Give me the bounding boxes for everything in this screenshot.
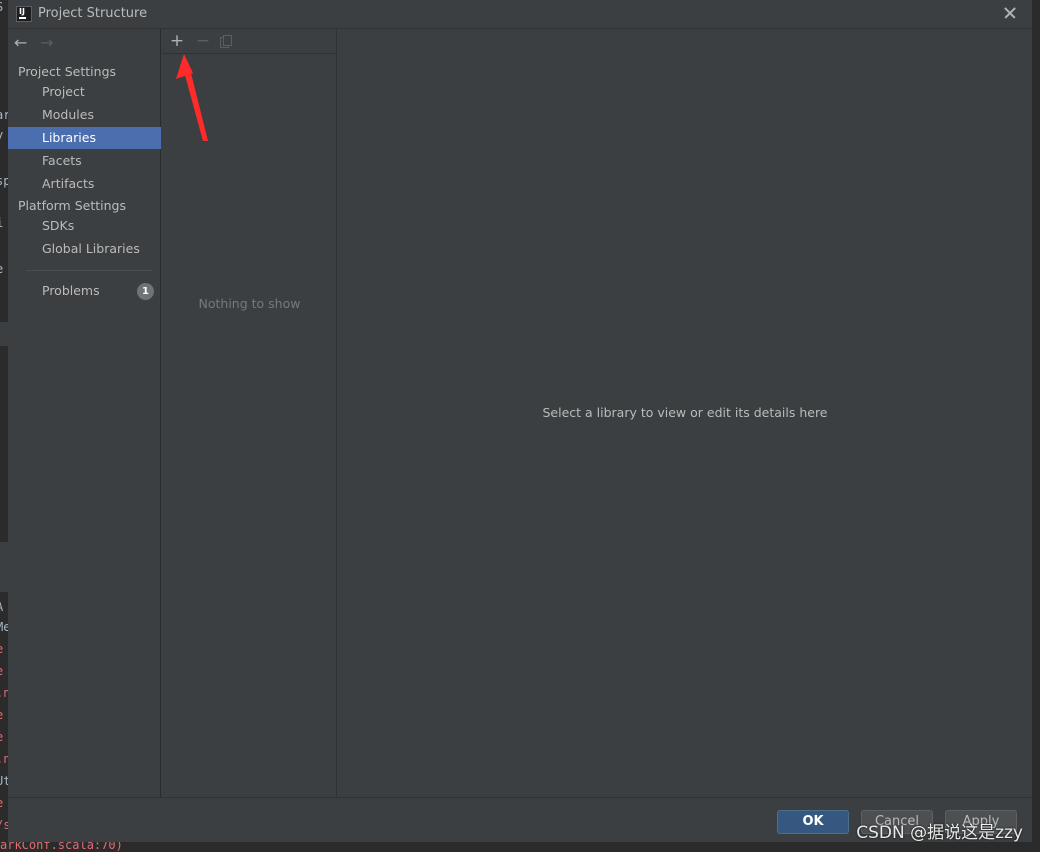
sidebar-divider — [26, 270, 152, 271]
problems-count-badge: 1 — [137, 283, 154, 300]
back-arrow-icon[interactable]: ← — [14, 34, 32, 52]
forward-arrow-icon: → — [40, 33, 54, 52]
sidebar-item-facets[interactable]: Facets — [8, 150, 161, 172]
sidebar-item-artifacts[interactable]: Artifacts — [8, 173, 161, 195]
title-bar: Project Structure — [8, 0, 1032, 29]
project-structure-dialog: Project Structure ← → Project Settings P… — [8, 0, 1032, 842]
navigation-row: ← → — [8, 29, 161, 57]
sidebar-item-project[interactable]: Project — [8, 81, 161, 103]
background-ide-bottom — [0, 842, 1040, 852]
project-settings-header: Project Settings — [18, 64, 117, 79]
background-ide-right — [1032, 0, 1040, 852]
close-icon[interactable] — [1002, 5, 1018, 21]
ok-button[interactable]: OK — [777, 810, 849, 834]
sidebar-item-libraries[interactable]: Libraries — [8, 127, 161, 149]
csdn-watermark: CSDN @据说这是zzy — [856, 823, 1023, 843]
sidebar-item-global-libraries[interactable]: Global Libraries — [8, 238, 161, 260]
intellij-icon — [16, 6, 32, 22]
library-detail-panel: Select a library to view or edit its det… — [338, 29, 1032, 797]
plus-icon[interactable]: + — [168, 31, 186, 51]
empty-list-message: Nothing to show — [198, 296, 301, 311]
settings-sidebar: ← → Project Settings Project Modules Lib… — [8, 29, 161, 797]
copy-icon — [220, 35, 232, 48]
platform-settings-header: Platform Settings — [18, 198, 126, 213]
sidebar-item-problems[interactable]: Problems 1 — [8, 280, 161, 302]
red-arrow-annotation — [176, 54, 208, 141]
sidebar-item-modules[interactable]: Modules — [8, 104, 161, 126]
background-ide-edge: S ar y sp i e A Me e e .n e e .n Ut e /s — [0, 0, 8, 852]
window-title: Project Structure — [38, 6, 148, 21]
detail-placeholder-text: Select a library to view or edit its det… — [542, 405, 828, 420]
problems-label: Problems — [42, 283, 100, 298]
sidebar-item-sdks[interactable]: SDKs — [8, 215, 161, 237]
minus-icon: − — [195, 31, 211, 51]
